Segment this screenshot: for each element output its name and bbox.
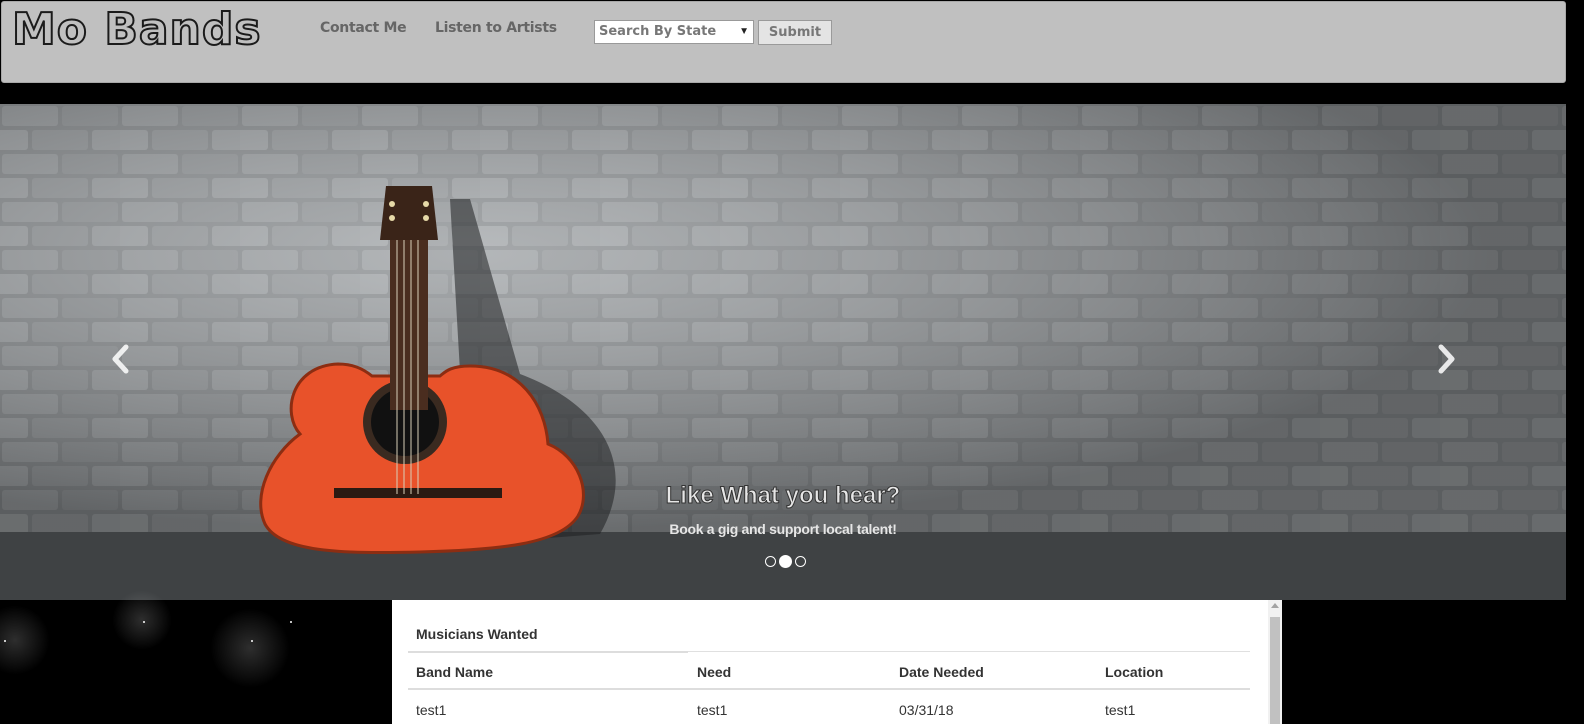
carousel-indicator-active[interactable]	[779, 555, 792, 569]
cell-date-needed: 03/31/18	[899, 702, 954, 718]
carousel-caption-title: Like What you hear?	[665, 482, 901, 510]
column-header-band-name[interactable]: Band Name	[416, 664, 493, 680]
nav-link-listen[interactable]: Listen to Artists	[435, 20, 557, 36]
panel-title: Musicians Wanted	[416, 626, 538, 642]
carousel-next-button[interactable]	[1431, 341, 1461, 377]
star-decoration	[251, 640, 253, 642]
sparkle-decoration	[0, 605, 50, 675]
column-header-date-needed[interactable]: Date Needed	[899, 664, 984, 680]
navbar: Mo Bands Contact Me Listen to Artists Se…	[1, 1, 1566, 83]
sparkle-decoration	[210, 608, 290, 688]
divider	[408, 651, 688, 653]
sparkle-decoration	[112, 590, 172, 650]
cell-band-name: test1	[416, 702, 447, 718]
brand-logo[interactable]: Mo Bands	[11, 3, 262, 56]
column-header-location[interactable]: Location	[1105, 664, 1163, 680]
carousel-indicator[interactable]	[795, 556, 806, 568]
scroll-up-icon[interactable]	[1271, 603, 1279, 608]
carousel-indicators	[765, 553, 809, 569]
carousel-prev-button[interactable]	[106, 341, 136, 377]
cell-location: test1	[1105, 702, 1136, 718]
cell-need: test1	[697, 702, 728, 718]
chevron-right-icon	[1438, 344, 1455, 374]
column-header-need[interactable]: Need	[697, 664, 731, 680]
star-decoration	[143, 621, 145, 623]
nav-link-contact[interactable]: Contact Me	[320, 20, 407, 36]
divider	[408, 688, 1250, 690]
state-select-value: Search By State	[599, 24, 717, 39]
carousel-indicator[interactable]	[765, 556, 776, 568]
chevron-left-icon	[112, 344, 129, 374]
state-select[interactable]: Search By State ▼	[594, 20, 754, 44]
scrollbar-thumb[interactable]	[1270, 617, 1280, 724]
star-decoration	[4, 640, 6, 642]
submit-button[interactable]: Submit	[758, 20, 832, 45]
hero-carousel: Like What you hear? Book a gig and suppo…	[0, 104, 1566, 600]
chevron-down-icon: ▼	[739, 26, 749, 37]
carousel-caption-subtitle: Book a gig and support local talent!	[669, 521, 897, 537]
table-scrollbar[interactable]	[1268, 600, 1282, 724]
musicians-wanted-panel: Musicians Wanted Band Name Need Date Nee…	[392, 600, 1282, 724]
star-decoration	[290, 621, 292, 623]
